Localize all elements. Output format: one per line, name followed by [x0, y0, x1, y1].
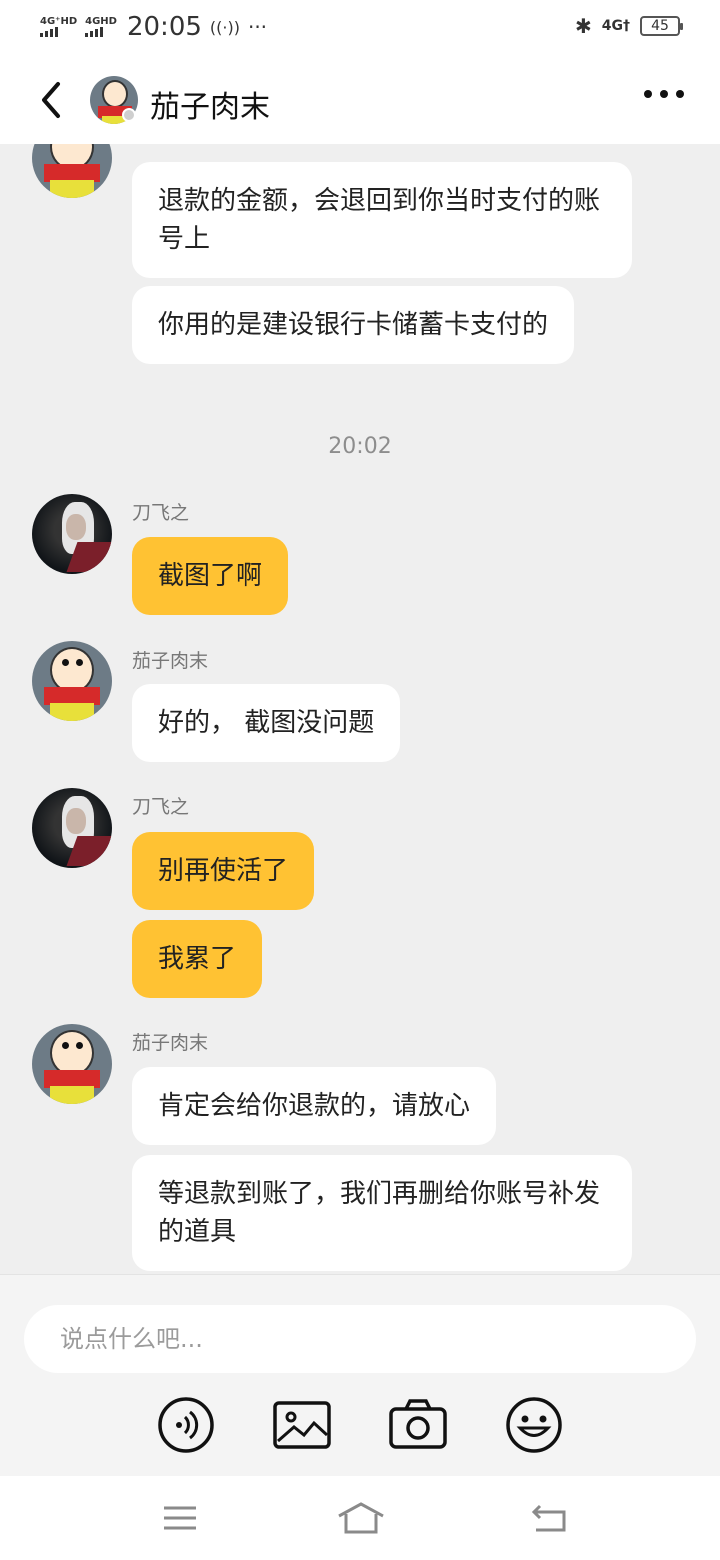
avatar[interactable]	[32, 1024, 112, 1104]
system-nav-bar	[0, 1476, 720, 1560]
message-bubble[interactable]: 肯定会给你退款的，请放心	[132, 1067, 497, 1145]
home-icon[interactable]	[336, 1498, 386, 1538]
message-text: 肯定会给你退款的，请放心	[158, 1091, 471, 1121]
more-status-icon: ···	[247, 15, 268, 39]
message-text: 退款的金额，会退回到你当时支付的账号上	[158, 186, 601, 254]
message-text: 我累了	[158, 944, 237, 974]
more-options-icon[interactable]	[644, 90, 684, 98]
message-bubble[interactable]: 截图了啊	[132, 537, 289, 615]
message-bubble[interactable]: 别再使活了	[132, 832, 315, 910]
message-bubble[interactable]: 你用的是建设银行卡储蓄卡支付的	[132, 286, 575, 364]
message-bubble[interactable]: 退款的金额，会退回到你当时支付的账号上	[132, 162, 632, 278]
voice-icon[interactable]	[156, 1395, 216, 1455]
camera-icon[interactable]	[388, 1395, 448, 1455]
status-bar: 4G⁺HD 4GHD 20:05 ((·)) ··· ✱ 4G† 45	[0, 0, 720, 56]
message-text: 好的， 截图没问题	[158, 708, 375, 738]
bluetooth-icon: ✱	[575, 14, 592, 38]
avatar[interactable]	[32, 144, 112, 198]
signal-icon-2: 4GHD	[85, 17, 117, 37]
message-text: 你用的是建设银行卡储蓄卡支付的	[158, 310, 549, 340]
hotspot-icon: ((·))	[209, 17, 240, 37]
message-text: 别再使活了	[158, 856, 289, 886]
message-bubble[interactable]: 等退款到账了，我们再删给你账号补发的道具	[132, 1155, 632, 1271]
battery-icon: 45	[640, 16, 683, 36]
sender-name: 茄子肉末	[132, 650, 209, 672]
sender-name: 刀飞之	[132, 796, 190, 818]
timestamp: 20:02	[328, 434, 392, 459]
message-input[interactable]: 说点什么吧...	[24, 1305, 696, 1373]
message-text: 截图了啊	[158, 561, 263, 591]
chat-list[interactable]: 退款的金额，会退回到你当时支付的账号上 你用的是建设银行卡储蓄卡支付的 20:0…	[0, 144, 720, 1274]
avatar[interactable]	[32, 641, 112, 721]
message-bubble[interactable]: 好的， 截图没问题	[132, 684, 401, 762]
chat-header: 茄子肉末	[0, 56, 720, 144]
image-icon[interactable]	[272, 1395, 332, 1455]
back-icon[interactable]	[34, 78, 74, 122]
sender-name: 茄子肉末	[132, 1032, 209, 1054]
message-bubble[interactable]: 我累了	[132, 920, 263, 998]
back-nav-icon[interactable]	[530, 1498, 570, 1538]
network-icon: 4G†	[601, 18, 630, 34]
clock: 20:05	[126, 12, 202, 42]
menu-icon[interactable]	[160, 1498, 200, 1538]
status-dot	[122, 108, 136, 122]
contact-name: 茄子肉末	[150, 90, 270, 125]
emoji-icon[interactable]	[504, 1395, 564, 1455]
message-text: 等退款到账了，我们再删给你账号补发的道具	[158, 1179, 601, 1247]
signal-icon-1: 4G⁺HD	[40, 17, 77, 37]
composer-bar: 说点什么吧...	[0, 1274, 720, 1476]
avatar[interactable]	[32, 788, 112, 868]
sender-name: 刀飞之	[132, 502, 190, 524]
avatar[interactable]	[32, 494, 112, 574]
